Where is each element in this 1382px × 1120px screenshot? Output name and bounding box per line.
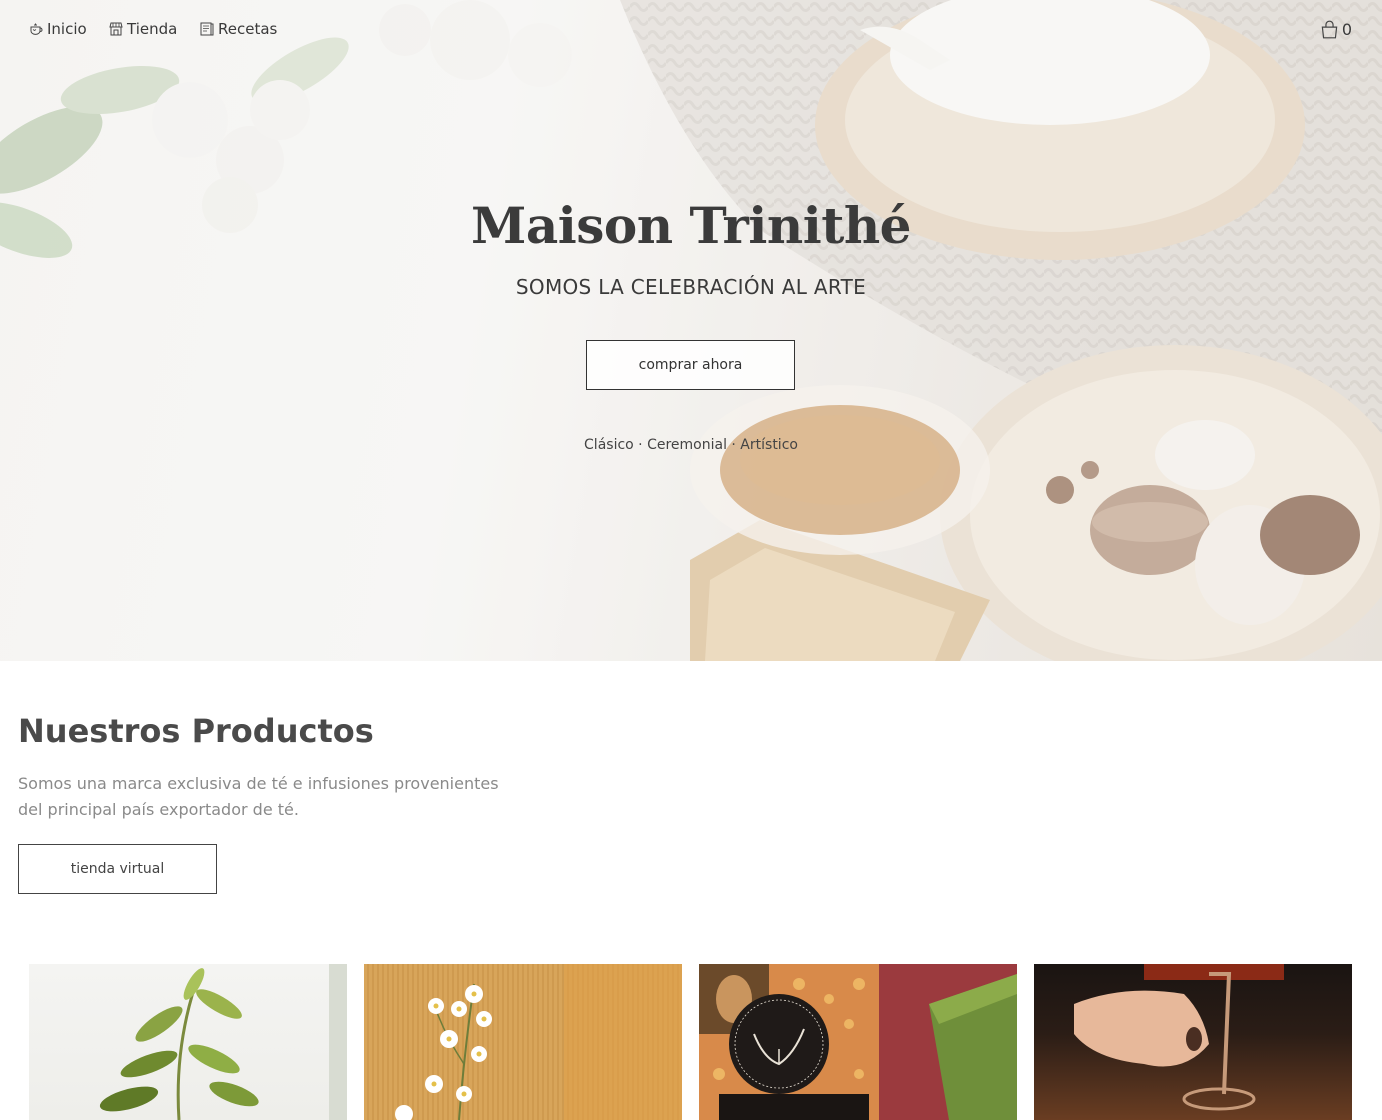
recipe-book-icon [200,22,214,36]
hero-tags: Clásico · Ceremonial · Artístico [584,437,798,453]
product-card-tea-box[interactable] [699,964,1017,1120]
nav-label-inicio: Inicio [47,20,87,38]
product-card-flowers[interactable] [364,964,682,1120]
hero-banner: Inicio Tienda Recetas 0 Maison Trinithé … [0,0,1382,661]
product-card-glass[interactable] [1034,964,1352,1120]
mona-lisa-tea-box-photo [699,964,1017,1120]
nav-item-tienda[interactable]: Tienda [108,20,177,38]
teapot-icon [30,23,43,35]
buy-now-button[interactable]: comprar ahora [586,340,795,390]
store-icon [109,22,123,36]
green-plant-branch-photo [99,964,347,1120]
nav-item-recetas[interactable]: Recetas [199,20,277,38]
hero-background-photo [0,0,1382,661]
top-navigation: Inicio Tienda Recetas 0 [0,0,1382,62]
white-flowers-cardboard-photo [395,964,682,1120]
hero-title: Maison Trinithé [470,196,912,255]
cart-button[interactable]: 0 [1320,20,1352,39]
products-title: Nuestros Productos [18,712,374,750]
cart-count: 0 [1341,20,1352,39]
nav-label-tienda: Tienda [127,20,178,38]
virtual-store-button[interactable]: tienda virtual [18,844,217,894]
hero-subtitle: SOMOS LA CELEBRACIÓN AL ARTE [515,275,867,299]
shopping-bag-icon [1321,20,1338,39]
hand-wine-glass-photo [1074,964,1284,1111]
products-description: Somos una marca exclusiva de té e infusi… [18,774,499,819]
nav-item-inicio[interactable]: Inicio [28,20,87,38]
product-card-plant[interactable] [29,964,347,1120]
nav-label-recetas: Recetas [218,20,278,38]
